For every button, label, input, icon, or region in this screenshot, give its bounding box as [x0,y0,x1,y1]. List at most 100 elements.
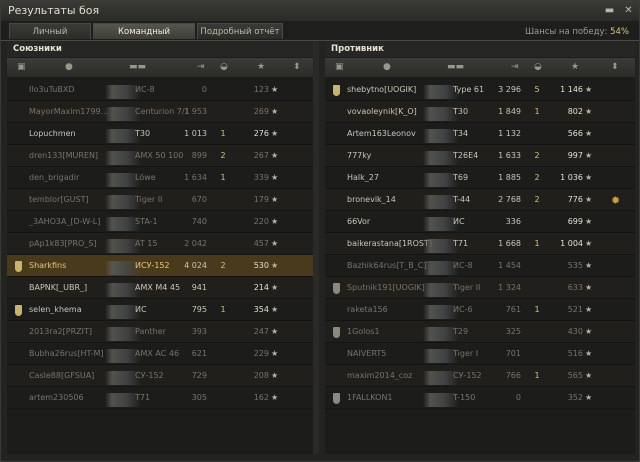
damage-value: 1 849 [498,107,521,116]
kills-value: 1 [220,305,226,314]
tab-detailed-report[interactable]: Подробный отчёт [197,23,283,39]
kills-icon[interactable]: ◒ [534,62,542,72]
star-icon: ★ [585,107,593,116]
medal-icon[interactable]: ✹ [611,195,623,207]
clan-badge-icon [15,305,22,316]
player-row[interactable]: Halk_27 T69 1 885 2 1 036 ★ [325,167,635,189]
player-row[interactable]: 777ky T26E4 1 633 2 997 ★ [325,145,635,167]
exp-icon[interactable]: ⬍ [611,62,619,72]
damage-value: 899 [191,151,207,160]
exp-value: 699 [567,217,583,226]
player-row[interactable]: 2013ra2[PRZIT] Panther 393 247 ★ [7,321,317,343]
kills-value: 1 [534,107,540,116]
exp-value: 521 [567,305,583,314]
tab-bar: Личный результат Командный результат Под… [1,21,639,53]
player-row[interactable]: baikerastana[1ROST] T71 1 668 1 1 004 ★ [325,233,635,255]
exp-value: 457 [253,239,269,248]
damage-value: 1 633 [498,151,521,160]
star-icon[interactable]: ★ [257,62,265,72]
kills-value: 1 [534,239,540,248]
minimize-icon[interactable]: ▬ [603,4,616,17]
player-row[interactable]: _3AHO3A_[D-W-L] STA-1 740 220 ★ [7,211,317,233]
star-icon: ★ [271,217,279,226]
damage-value: 1 634 [184,173,207,182]
player-row[interactable]: Bubha26rus[HT-M] AMX AC 46 621 229 ★ [7,343,317,365]
window-title: Результаты боя [8,4,100,17]
tab-team-result[interactable]: Командный результат [93,23,195,53]
player-row[interactable]: Bazhik64rus[T_B_C] ИС-8 1 454 535 ★ [325,255,635,277]
player-row[interactable]: dren133[MUREN] AMX 50 100 899 2 267 ★ [7,145,317,167]
star-icon: ★ [271,173,279,182]
player-row[interactable]: 66Vor ИС 336 699 ★ [325,211,635,233]
enemies-column-header: ▣ ● ▬▬ ⇥ ◒ ★ ⬍ [325,58,635,77]
kills-value: 1 [220,173,226,182]
exp-value: 229 [253,349,269,358]
damage-value: 0 [201,85,207,94]
star-icon: ★ [585,371,593,380]
player-row[interactable]: Sputnik191[UOGIK] Tiger II 1 324 633 ★ [325,277,635,299]
player-row[interactable]: maxim2014_coz СУ-152 766 1 565 ★ [325,365,635,387]
tab-personal-result[interactable]: Личный результат [9,23,91,53]
kills-value: 1 [220,129,226,138]
clan-badge-icon[interactable]: ▣ [17,62,26,72]
exp-value: 354 [253,305,269,314]
star-icon: ★ [585,239,593,248]
exp-value: 565 [567,371,583,380]
player-icon[interactable]: ● [383,62,391,72]
damage-value: 729 [191,371,207,380]
player-icon[interactable]: ● [65,62,73,72]
player-row[interactable]: Sharkfins ИСУ-152 4 024 2 530 ★ [7,255,317,277]
exp-icon[interactable]: ⬍ [293,62,301,72]
star-icon: ★ [585,173,593,182]
star-icon: ★ [585,283,593,292]
player-row[interactable]: artem230506 T71 305 162 ★ [7,387,317,409]
player-row[interactable]: bronevik_14 T-44 2 768 2 776 ★ ✹ [325,189,635,211]
clan-badge-icon[interactable]: ▣ [335,62,344,72]
player-row[interactable]: MayorMaxim1799... Centurion 7/1 1 953 269 ★ [7,101,317,123]
player-row[interactable]: Ilo3uTuBXD ИС-8 0 123 ★ [7,79,317,101]
player-row[interactable]: Lopuchmen T30 1 013 1 276 ★ [7,123,317,145]
exp-value: 997 [567,151,583,160]
kills-value: 2 [534,151,540,160]
exp-value: 530 [253,261,269,270]
exp-value: 535 [567,261,583,270]
exp-value: 247 [253,327,269,336]
allies-title: Союзники [13,44,62,54]
player-row[interactable]: Casle88[GFSUA] СУ-152 729 208 ★ [7,365,317,387]
damage-icon[interactable]: ⇥ [511,62,519,72]
kills-icon[interactable]: ◒ [220,62,228,72]
star-icon: ★ [271,305,279,314]
player-row[interactable]: shebytno[UOGIK] Type 61 3 296 5 1 146 ★ [325,79,635,101]
player-row[interactable]: vovaoleynik[K_O] T30 1 849 1 802 ★ [325,101,635,123]
tank-icon[interactable]: ▬▬ [129,62,146,72]
player-row[interactable]: 1Golos1 T29 325 430 ★ [325,321,635,343]
star-icon[interactable]: ★ [571,62,579,72]
damage-value: 1 132 [498,129,521,138]
player-row[interactable]: Artem163Leonov T34 1 132 566 ★ [325,123,635,145]
allies-panel: Союзники ▣ ● ▬▬ ⇥ ◒ ★ ⬍ Ilo3uTuBXD ИС-8 0 1… [7,41,317,454]
player-row[interactable]: 1FALLKON1 T-150 0 352 ★ [325,387,635,409]
damage-value: 1 324 [498,283,521,292]
kills-value: 2 [220,151,226,160]
title-bar[interactable]: Результаты боя ▬ ✕ [1,1,639,21]
player-row[interactable]: raketa156 ИС-6 761 1 521 ★ [325,299,635,321]
close-icon[interactable]: ✕ [622,4,635,17]
player-row[interactable]: selen_khema ИС 795 1 354 ★ [7,299,317,321]
star-icon: ★ [585,129,593,138]
player-row[interactable]: BAPNK[_UBR_] AMX M4 45 941 214 ★ [7,277,317,299]
damage-value: 2 768 [498,195,521,204]
player-row[interactable]: den_brigadir Löwe 1 634 1 339 ★ [7,167,317,189]
star-icon: ★ [271,195,279,204]
battle-results-window: Результаты боя ▬ ✕ Личный результат Кома… [0,0,640,462]
damage-value: 941 [191,283,207,292]
damage-icon[interactable]: ⇥ [197,62,205,72]
player-row[interactable]: pAp1k83[PRO_S] AT 15 2 042 457 ★ [7,233,317,255]
enemies-panel: Противник ▣ ● ▬▬ ⇥ ◒ ★ ⬍ shebytno[UOGIK]… [325,41,635,454]
damage-value: 325 [505,327,521,336]
win-chance: Шансы на победу: 54% [524,27,629,37]
star-icon: ★ [585,349,593,358]
tank-icon[interactable]: ▬▬ [447,62,464,72]
damage-value: 393 [191,327,207,336]
player-row[interactable]: temblor[GUST] Tiger II 670 179 ★ [7,189,317,211]
player-row[interactable]: NAIVERT5 Tiger I 701 516 ★ [325,343,635,365]
